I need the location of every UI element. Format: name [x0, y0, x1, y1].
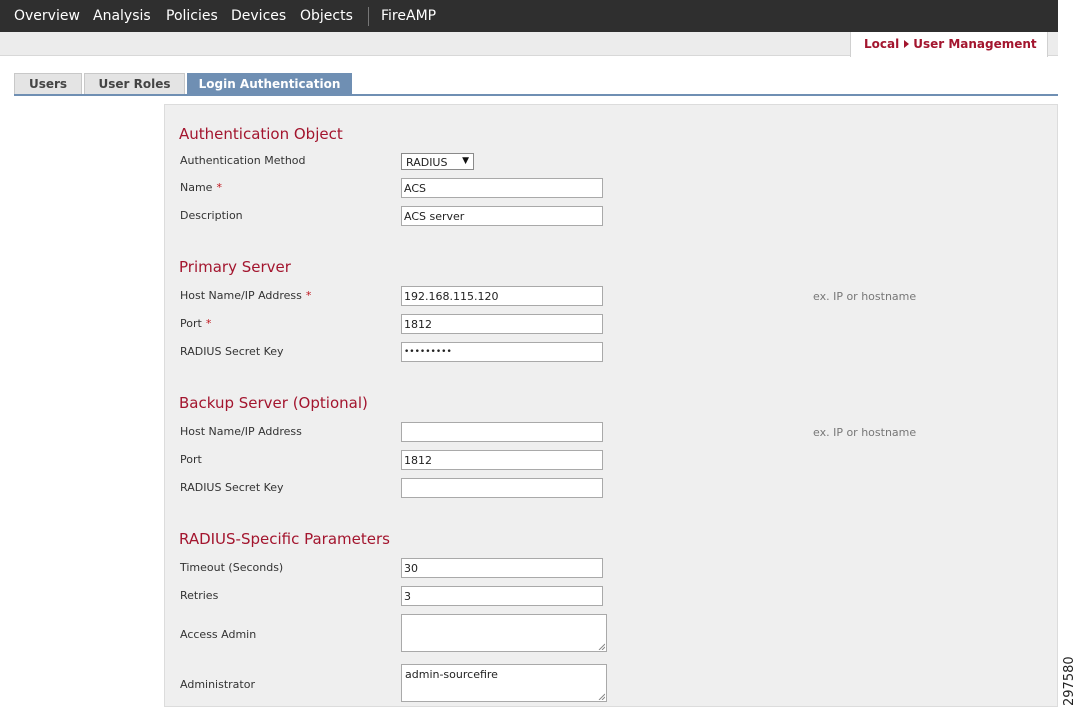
nav-objects[interactable]: Objects: [300, 8, 353, 24]
dropdown-arrow-icon: ▼: [462, 156, 469, 166]
breadcrumb-text: Local User Management: [864, 37, 1037, 51]
tabs-underline: [14, 94, 1058, 96]
resize-grip-icon[interactable]: [598, 643, 605, 650]
primary-host-label-text: Host Name/IP Address: [180, 289, 302, 302]
auth-method-label: Authentication Method: [180, 154, 306, 167]
primary-host-hint: ex. IP or hostname: [813, 290, 917, 303]
tab-user-roles[interactable]: User Roles: [84, 73, 185, 94]
resize-grip-icon[interactable]: [598, 693, 605, 700]
breadcrumb: Local User Management: [850, 32, 1048, 57]
retries-label: Retries: [180, 589, 219, 602]
name-input[interactable]: ACS: [401, 178, 603, 198]
tab-login-authentication[interactable]: Login Authentication: [187, 73, 352, 94]
nav-policies[interactable]: Policies: [166, 8, 218, 24]
primary-secret-input[interactable]: •••••••••: [401, 342, 603, 362]
backup-host-label: Host Name/IP Address: [180, 425, 302, 438]
nav-separator: [368, 7, 369, 26]
nav-analysis[interactable]: Analysis: [93, 8, 151, 24]
backup-host-hint: ex. IP or hostname: [813, 426, 917, 439]
description-input[interactable]: ACS server: [401, 206, 603, 226]
backup-secret-input[interactable]: [401, 478, 603, 498]
administrator-textarea[interactable]: admin-sourcefire: [401, 664, 607, 702]
auth-method-select[interactable]: RADIUS ▼: [401, 153, 474, 170]
required-marker: *: [216, 181, 222, 194]
primary-host-label: Host Name/IP Address *: [180, 289, 311, 302]
breadcrumb-current: User Management: [913, 37, 1037, 51]
section-title-backup-server: Backup Server (Optional): [179, 394, 368, 412]
primary-port-label-text: Port: [180, 317, 202, 330]
primary-port-input[interactable]: 1812: [401, 314, 603, 334]
access-admin-label: Access Admin: [180, 628, 257, 641]
administrator-value: admin-sourcefire: [405, 668, 498, 681]
breadcrumb-parent[interactable]: Local: [864, 37, 899, 51]
primary-secret-label: RADIUS Secret Key: [180, 345, 284, 358]
top-nav-bar: Overview Analysis Policies Devices Objec…: [0, 0, 1058, 32]
section-title-auth-object: Authentication Object: [179, 125, 343, 143]
required-marker: *: [205, 317, 212, 330]
retries-input[interactable]: 3: [401, 586, 603, 606]
backup-host-input[interactable]: [401, 422, 603, 442]
access-admin-textarea[interactable]: [401, 614, 607, 652]
section-title-radius-params: RADIUS-Specific Parameters: [179, 530, 390, 548]
auth-method-value: RADIUS: [406, 156, 448, 169]
figure-id: 297580: [1062, 656, 1077, 706]
description-label: Description: [180, 209, 243, 222]
backup-port-input[interactable]: 1812: [401, 450, 603, 470]
backup-secret-label: RADIUS Secret Key: [180, 481, 284, 494]
nav-devices[interactable]: Devices: [231, 8, 286, 24]
primary-port-label: Port *: [180, 317, 211, 330]
breadcrumb-arrow-icon: [904, 40, 910, 48]
section-title-primary-server: Primary Server: [179, 258, 291, 276]
name-label-text: Name: [180, 181, 213, 194]
timeout-input[interactable]: 30: [401, 558, 603, 578]
name-label: Name *: [180, 181, 222, 194]
timeout-label: Timeout (Seconds): [180, 561, 284, 574]
administrator-label: Administrator: [180, 678, 255, 691]
backup-port-label: Port: [180, 453, 202, 466]
nav-overview[interactable]: Overview: [14, 8, 80, 24]
tab-users[interactable]: Users: [14, 73, 82, 94]
primary-host-input[interactable]: 192.168.115.120: [401, 286, 603, 306]
nav-fireamp[interactable]: FireAMP: [381, 8, 436, 24]
required-marker: *: [305, 289, 312, 302]
